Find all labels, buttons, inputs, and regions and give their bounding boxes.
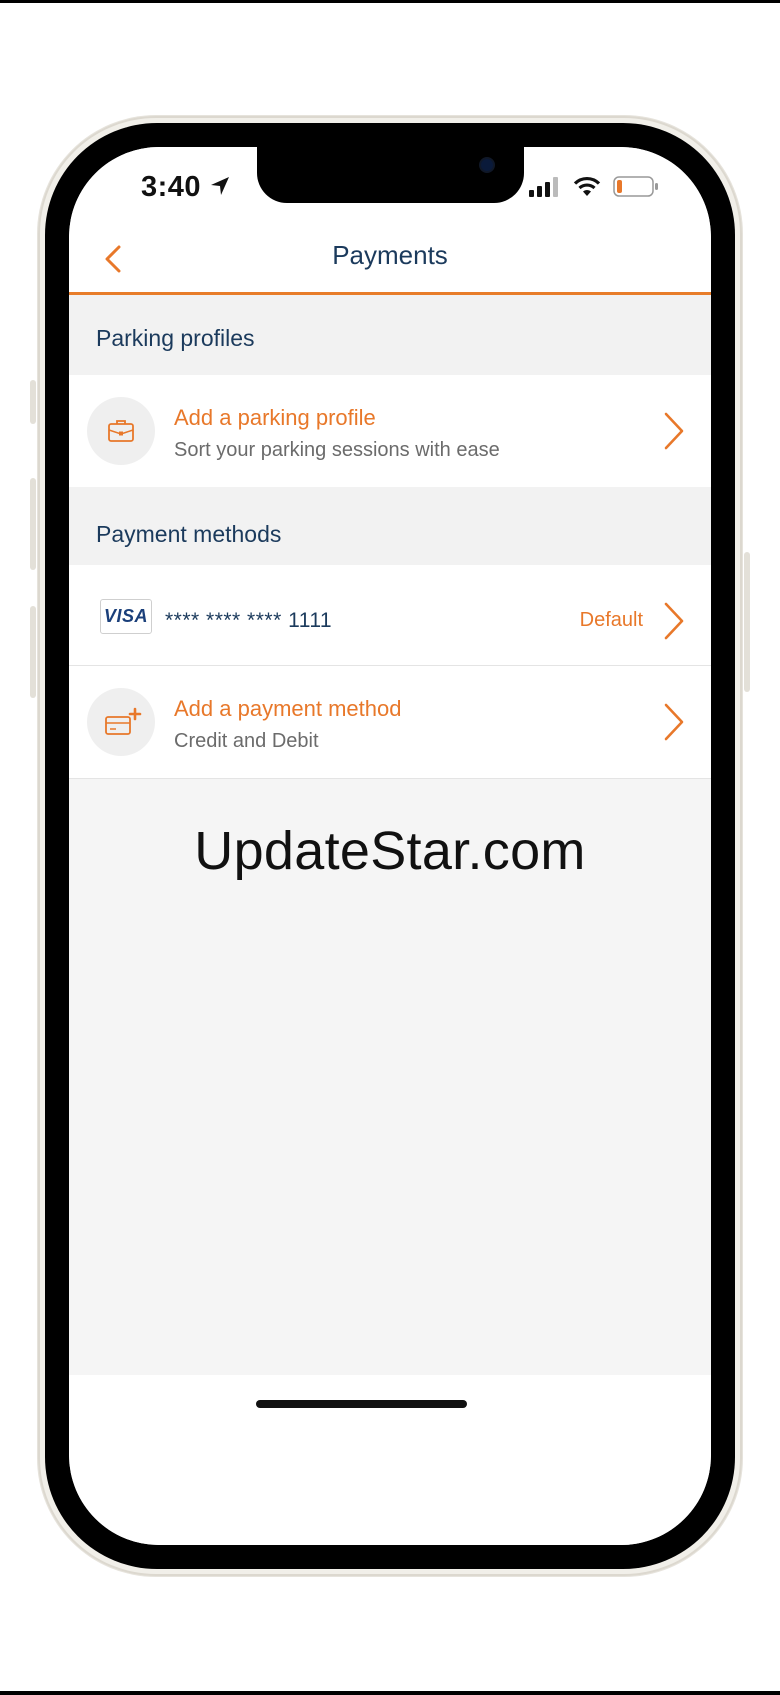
row-title: Add a parking profile — [174, 405, 376, 430]
page-title: Payments — [332, 240, 448, 270]
location-arrow-icon — [211, 177, 229, 195]
row-subtitle: Credit and Debit — [174, 730, 319, 752]
bottom-border — [0, 1691, 780, 1695]
briefcase-icon — [108, 420, 134, 442]
signal-icon — [529, 177, 558, 197]
row-subtitle: Sort your parking sessions with ease — [174, 439, 500, 461]
add-parking-profile-row[interactable]: Add a parking profile Sort your parking … — [69, 375, 711, 488]
volume-down-button — [30, 606, 36, 698]
top-border — [0, 0, 780, 3]
visa-logo: VISA — [100, 599, 152, 634]
status-time: 3:40 — [141, 171, 202, 203]
silent-switch — [30, 380, 36, 424]
card-number: **** **** **** 1111 — [165, 609, 333, 632]
visa-card-row[interactable]: VISA **** **** **** 1111 Default — [69, 565, 711, 666]
section-title: Parking profiles — [96, 325, 255, 351]
section-header-parking-profiles: Parking profiles — [69, 295, 711, 375]
battery-icon — [613, 176, 658, 197]
row-title: Add a payment method — [174, 696, 402, 721]
front-camera — [481, 159, 493, 171]
add-payment-method-row[interactable]: Add a payment method Credit and Debit — [69, 666, 711, 779]
chevron-right-icon — [664, 602, 684, 640]
power-button — [744, 552, 750, 692]
wifi-icon — [573, 176, 601, 196]
icon-circle — [87, 688, 155, 756]
app-header: Payments — [69, 227, 711, 295]
home-indicator[interactable] — [256, 1400, 467, 1408]
icon-circle — [87, 397, 155, 465]
watermark-text: UpdateStar.com — [194, 821, 586, 881]
chevron-right-icon — [664, 412, 684, 450]
chevron-right-icon — [664, 703, 684, 741]
section-title: Payment methods — [96, 521, 282, 547]
section-header-payment-methods: Payment methods — [69, 487, 711, 565]
volume-up-button — [30, 478, 36, 570]
notch — [257, 147, 524, 203]
add-card-icon — [105, 707, 142, 735]
default-badge: Default — [579, 609, 643, 631]
